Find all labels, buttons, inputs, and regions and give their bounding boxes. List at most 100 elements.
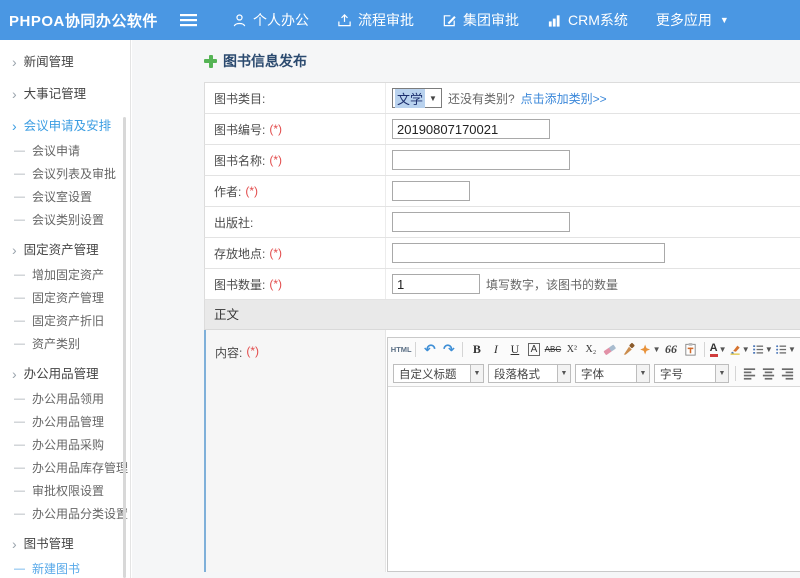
sidebar-item-审批权限设置[interactable]: — 审批权限设置 xyxy=(0,480,130,503)
caret-down-icon: ▼ xyxy=(557,365,570,382)
font-color-button[interactable]: A▼ xyxy=(710,341,727,359)
sidebar-item-办公用品采购[interactable]: —办公用品采购 xyxy=(0,434,130,457)
toolbar-separator xyxy=(704,342,705,357)
unordered-list-button[interactable]: ▼ xyxy=(775,341,796,359)
subscript-button[interactable]: X₂ xyxy=(582,341,599,359)
sidebar-item-会议列表及审批[interactable]: —会议列表及审批 xyxy=(0,163,130,186)
publisher-input[interactable] xyxy=(392,212,570,232)
bold-button[interactable]: B xyxy=(468,341,485,359)
sidebar-group-图书管理[interactable]: ›图书管理 xyxy=(0,530,130,558)
flow-icon xyxy=(337,13,352,28)
sidebar-item-增加固定资产[interactable]: —增加固定资产 xyxy=(0,264,130,287)
category-hint: 还没有类别? xyxy=(448,90,515,107)
sidebar-item-label: 审批权限设置 xyxy=(32,480,104,503)
add-category-link[interactable]: 点击添加类别>> xyxy=(521,90,607,107)
category-select[interactable]: 文学 ▼ xyxy=(392,88,442,108)
sidebar-item-会议室设置[interactable]: —会议室设置 xyxy=(0,186,130,209)
app-window: PHPOA协同办公软件 个人办公 流程审批 集团审批 CRM系统 更多应用▼ ›新闻管理… xyxy=(0,0,800,578)
sidebar-group-大事记管理[interactable]: ›大事记管理 xyxy=(0,80,130,108)
paste-text-button[interactable] xyxy=(682,341,699,359)
sidebar-scrollbar[interactable] xyxy=(123,117,126,578)
form-row-book-no: 图书编号:(*) xyxy=(204,114,800,145)
dash-icon: — xyxy=(14,480,25,503)
redo-button[interactable]: ↷ xyxy=(440,341,457,359)
dash-icon: — xyxy=(14,558,25,578)
blockquote-button[interactable]: 66 xyxy=(663,341,680,359)
chevron-right-icon: › xyxy=(12,367,17,381)
sidebar-item-label: 会议列表及审批 xyxy=(32,163,116,186)
undo-button[interactable]: ↶ xyxy=(421,341,438,359)
main-content: 图书信息发布 图书类目: 文学 ▼ 还没有类别? 点击添加类别>> 图 xyxy=(132,40,800,578)
superscript-button[interactable]: X² xyxy=(563,341,580,359)
sidebar-item-办公用品库存管理[interactable]: —办公用品库存管理 xyxy=(0,457,130,480)
caret-down-icon: ▼ xyxy=(715,365,728,382)
dash-icon: — xyxy=(14,140,25,163)
sidebar-item-办公用品领用[interactable]: —办公用品领用 xyxy=(0,388,130,411)
font-style-button[interactable]: A xyxy=(525,341,542,359)
underline-button[interactable]: U xyxy=(506,341,523,359)
person-icon xyxy=(232,13,247,28)
dash-icon: — xyxy=(14,287,25,310)
sidebar-item-会议申请[interactable]: —会议申请 xyxy=(0,140,130,163)
sidebar-item-资产类别[interactable]: —资产类别 xyxy=(0,333,130,356)
strikethrough-button[interactable]: ABC xyxy=(544,341,561,359)
html-source-button[interactable]: HTML xyxy=(392,341,410,359)
sidebar-item-固定资产折旧[interactable]: —固定资产折旧 xyxy=(0,310,130,333)
align-right-button[interactable] xyxy=(779,365,796,383)
quantity-input[interactable] xyxy=(392,274,480,294)
nav-item-2[interactable]: 集团审批 xyxy=(442,10,519,30)
app-logo: PHPOA协同办公软件 xyxy=(0,10,168,31)
rich-text-content[interactable] xyxy=(388,387,800,570)
dash-icon: — xyxy=(14,411,25,434)
caret-down-icon: ▼ xyxy=(720,15,729,25)
book-no-input[interactable] xyxy=(392,119,550,139)
nav-item-1[interactable]: 流程审批 xyxy=(337,10,414,30)
nav-item-label: 个人办公 xyxy=(253,10,309,30)
sidebar-item-办公用品管理[interactable]: —办公用品管理 xyxy=(0,411,130,434)
align-left-button[interactable] xyxy=(741,365,758,383)
editor-toolbar-row1: HTML↶↷BIUAABCX²X₂▼66A▼▼▼▼ xyxy=(388,338,800,361)
form-row-content: 内容:(*) HTML↶↷BIUAABCX²X₂▼66A▼▼▼▼ 自定义标题▼段… xyxy=(204,330,800,572)
remove-format-button[interactable] xyxy=(601,341,618,359)
sidebar-group-新闻管理[interactable]: ›新闻管理 xyxy=(0,48,130,76)
sidebar-item-label: 固定资产管理 xyxy=(32,287,104,310)
hamburger-menu-icon[interactable] xyxy=(180,13,200,27)
auto-typeset-button[interactable]: ▼ xyxy=(639,341,660,359)
sidebar-group-label: 会议申请及安排 xyxy=(24,112,112,140)
caret-down-icon: ▼ xyxy=(653,345,661,354)
form-row-publisher: 出版社: xyxy=(204,207,800,238)
nav-item-0[interactable]: 个人办公 xyxy=(232,10,309,30)
caret-down-icon: ▼ xyxy=(788,345,796,354)
add-icon xyxy=(204,55,217,68)
format-painter-button[interactable] xyxy=(620,341,637,359)
location-input[interactable] xyxy=(392,243,665,263)
book-name-input[interactable] xyxy=(392,150,570,170)
dash-icon: — xyxy=(14,209,25,232)
nav-item-4[interactable]: 更多应用▼ xyxy=(656,10,729,30)
sidebar-group-会议申请及安排[interactable]: ›会议申请及安排 xyxy=(0,112,130,140)
sidebar-group-固定资产管理[interactable]: ›固定资产管理 xyxy=(0,236,130,264)
italic-button[interactable]: I xyxy=(487,341,504,359)
top-nav: 个人办公 流程审批 集团审批 CRM系统 更多应用▼ xyxy=(218,10,743,30)
sidebar-item-新建图书[interactable]: —新建图书 xyxy=(0,558,130,578)
caret-down-icon: ▼ xyxy=(719,345,727,354)
sidebar-item-会议类别设置[interactable]: —会议类别设置 xyxy=(0,209,130,232)
select-label: 自定义标题 xyxy=(394,365,470,382)
toolbar-separator xyxy=(462,342,463,357)
highlight-color-button[interactable]: ▼ xyxy=(729,341,750,359)
category-label: 图书类目: xyxy=(205,83,386,113)
sidebar-group-label: 固定资产管理 xyxy=(24,236,99,264)
paragraph-format-select[interactable]: 段落格式▼ xyxy=(488,364,571,383)
heading-select[interactable]: 自定义标题▼ xyxy=(393,364,484,383)
sidebar-group-办公用品管理[interactable]: ›办公用品管理 xyxy=(0,360,130,388)
align-center-button[interactable] xyxy=(760,365,777,383)
font-size-select[interactable]: 字号▼ xyxy=(654,364,729,383)
sidebar-item-办公用品分类设置[interactable]: —办公用品分类设置 xyxy=(0,503,130,526)
font-family-select[interactable]: 字体▼ xyxy=(575,364,650,383)
nav-item-3[interactable]: CRM系统 xyxy=(547,10,628,30)
author-input[interactable] xyxy=(392,181,470,201)
ordered-list-button[interactable]: ▼ xyxy=(752,341,773,359)
book-form: 图书类目: 文学 ▼ 还没有类别? 点击添加类别>> 图书编号:(*) xyxy=(204,82,800,578)
rich-text-editor: HTML↶↷BIUAABCX²X₂▼66A▼▼▼▼ 自定义标题▼段落格式▼字体▼… xyxy=(387,337,800,572)
sidebar-item-固定资产管理[interactable]: — 固定资产管理 xyxy=(0,287,130,310)
